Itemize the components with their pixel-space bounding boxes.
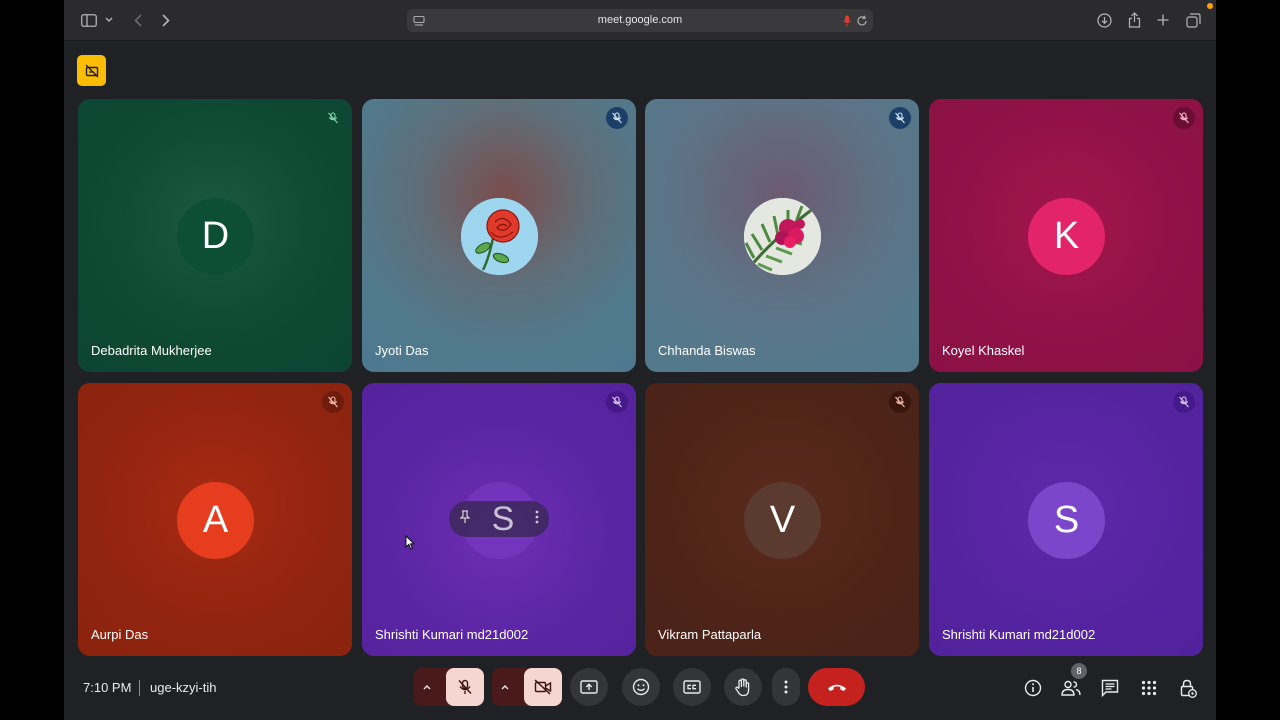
video-options-chevron-icon[interactable] [500, 680, 510, 699]
participant-name: Shrishti Kumari md21d002 [942, 627, 1096, 642]
participant-name: Jyoti Das [375, 343, 429, 358]
participant-tile[interactable]: V Vikram Pattaparla [645, 383, 919, 656]
participant-tile[interactable]: S Shrishti Kumari md21d002 [362, 383, 636, 656]
muted-mic-icon [606, 391, 628, 413]
more-options-button[interactable] [772, 668, 800, 706]
tile-hover-controls: S [449, 501, 549, 537]
participant-tile[interactable]: D Debadrita Mukherjee [78, 99, 352, 372]
participant-name: Shrishti Kumari md21d002 [375, 627, 529, 642]
participant-name: Chhanda Biswas [658, 343, 756, 358]
notification-dot [1207, 3, 1213, 9]
meeting-code: uge-kzyi-tih [150, 680, 217, 695]
chevron-down-icon[interactable] [104, 10, 114, 30]
people-icon[interactable] [1060, 677, 1082, 699]
reload-icon[interactable] [856, 14, 868, 32]
participant-tile[interactable]: S Shrishti Kumari md21d002 [929, 383, 1203, 656]
camera-control [492, 668, 562, 706]
muted-mic-icon [889, 107, 911, 129]
current-time: 7:10 PM [83, 680, 132, 695]
divider [139, 680, 140, 696]
captions-button[interactable] [673, 668, 711, 706]
camera-off-badge-icon[interactable] [77, 55, 106, 86]
download-icon[interactable] [1096, 10, 1112, 30]
forward-arrow-icon[interactable] [159, 10, 173, 30]
avatar: S [1028, 482, 1105, 559]
muted-mic-icon [1173, 391, 1195, 413]
muted-mic-icon [322, 107, 344, 129]
meeting-controls-bar: 7:10 PM uge-kzyi-tih 8 [64, 663, 1216, 712]
avatar: K [1028, 198, 1105, 275]
share-icon[interactable] [1126, 10, 1142, 30]
participant-tile[interactable]: K Koyel Khaskel [929, 99, 1203, 372]
participant-tile[interactable]: A Aurpi Das [78, 383, 352, 656]
chat-icon[interactable] [1099, 677, 1121, 699]
reactions-button[interactable] [622, 668, 660, 706]
activities-grid-icon[interactable] [1138, 677, 1160, 699]
microphone-recording-icon [843, 14, 851, 32]
participant-tile[interactable]: Jyoti Das [362, 99, 636, 372]
participant-name: Vikram Pattaparla [658, 627, 762, 642]
sidebar-toggle-icon[interactable] [80, 10, 98, 30]
muted-mic-icon [889, 391, 911, 413]
audio-options-chevron-icon[interactable] [422, 680, 432, 699]
participant-name: Koyel Khaskel [942, 343, 1025, 358]
flower-avatar-icon [744, 198, 821, 275]
back-arrow-icon[interactable] [131, 10, 145, 30]
participant-name: Aurpi Das [91, 627, 149, 642]
participant-count-badge: 8 [1071, 663, 1087, 679]
muted-mic-icon [322, 391, 344, 413]
meeting-details-icon[interactable] [1022, 677, 1044, 699]
browser-window: meet.google.com D Debadrita Mukherjee Jy… [64, 0, 1216, 720]
url-text: meet.google.com [597, 14, 683, 26]
avatar: V [744, 482, 821, 559]
turn-on-camera-button[interactable] [524, 668, 562, 706]
hover-avatar-initial: S [491, 500, 515, 538]
pin-icon[interactable] [459, 509, 471, 529]
mouse-cursor-icon [405, 534, 416, 555]
participant-tile[interactable]: Chhanda Biswas [645, 99, 919, 372]
avatar: A [177, 482, 254, 559]
participant-name: Debadrita Mukherjee [91, 343, 212, 358]
new-tab-icon[interactable] [1155, 10, 1171, 30]
rose-avatar-icon [461, 198, 538, 275]
tab-overview-icon[interactable] [1185, 10, 1201, 30]
raise-hand-button[interactable] [724, 668, 762, 706]
address-bar[interactable]: meet.google.com [407, 9, 873, 32]
present-screen-button[interactable] [570, 668, 608, 706]
microphone-control [414, 668, 484, 706]
muted-mic-icon [606, 107, 628, 129]
unmute-microphone-button[interactable] [446, 668, 484, 706]
muted-mic-icon [1173, 107, 1195, 129]
host-controls-lock-icon[interactable] [1177, 677, 1199, 699]
more-options-icon[interactable] [535, 510, 539, 529]
browser-toolbar: meet.google.com [64, 0, 1216, 41]
leave-call-button[interactable] [808, 668, 865, 706]
avatar: D [177, 198, 254, 275]
